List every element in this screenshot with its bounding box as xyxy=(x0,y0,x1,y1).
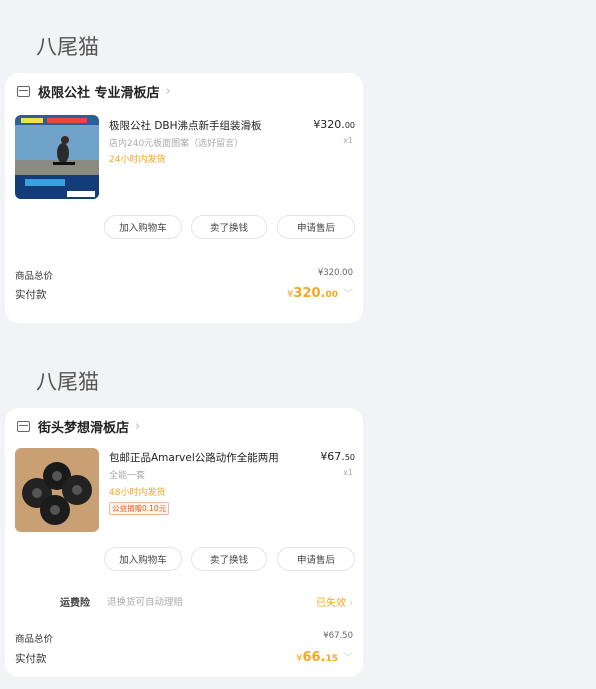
shipping-promise: 24小时内发货 xyxy=(109,155,166,165)
add-to-cart-button[interactable]: 加入购物车 xyxy=(104,547,182,571)
product-price: ¥320.00 xyxy=(313,118,355,131)
product-quantity: x1 xyxy=(343,468,353,477)
after-sales-button[interactable]: 申请售后 xyxy=(277,547,355,571)
paid-value[interactable]: ¥320. 00 ﹀ xyxy=(287,285,353,301)
product-price: ¥67.50 xyxy=(320,450,355,463)
skateboard-wheels-photo-icon[interactable] xyxy=(15,448,99,532)
insurance-status[interactable]: 已失效 › xyxy=(316,594,353,609)
shop-icon xyxy=(17,85,30,97)
total-label: 商品总价 xyxy=(15,271,54,282)
chevron-down-icon[interactable]: ﹀ xyxy=(343,285,353,300)
total-value: ¥320.00 xyxy=(317,268,353,278)
insurance-desc: 退换货可自动理赔 xyxy=(107,597,184,608)
shop-icon xyxy=(17,420,30,432)
product-sku: 店内240元板面图案（选好留言） xyxy=(109,139,244,149)
total-value: ¥67.50 xyxy=(323,631,353,641)
order-card: 街头梦想滑板店 › 包邮正品Amarvel公路动作全能两用 ¥67.50 x1 … xyxy=(5,408,363,677)
product-quantity: x1 xyxy=(343,136,353,145)
shipping-promise: 48小时内发货 xyxy=(109,488,166,498)
product-title[interactable]: 极限公社 DBH沸点新手组装滑板 xyxy=(109,118,262,133)
order-card: 极限公社 专业滑板店 › 极限公社 DBH沸点新手组装滑板 ¥320.00 x1… xyxy=(5,73,363,323)
insurance-label: 运费险 xyxy=(60,598,90,609)
skateboard-photo-icon[interactable] xyxy=(15,115,99,199)
shop-header[interactable]: 街头梦想滑板店 › xyxy=(17,416,140,436)
shop-header[interactable]: 极限公社 专业滑板店 › xyxy=(17,81,171,101)
chevron-right-icon: › xyxy=(135,418,141,434)
product-sku: 全能一套 xyxy=(109,471,146,481)
chevron-right-icon: › xyxy=(165,83,171,99)
resell-button[interactable]: 卖了换钱 xyxy=(191,215,267,239)
shop-name: 街头梦想滑板店 xyxy=(38,420,130,436)
total-label: 商品总价 xyxy=(15,634,54,645)
product-title[interactable]: 包邮正品Amarvel公路动作全能两用 xyxy=(109,450,279,465)
chevron-down-icon[interactable]: ﹀ xyxy=(343,649,353,664)
chevron-right-icon: › xyxy=(349,598,353,609)
paid-label: 实付款 xyxy=(15,289,47,301)
paid-value[interactable]: ¥66. 15 ﹀ xyxy=(296,649,353,665)
charity-tag: 公益捐赠0.10元 xyxy=(109,502,170,515)
paid-label: 实付款 xyxy=(15,653,47,665)
shop-name: 极限公社 专业滑板店 xyxy=(38,85,160,101)
buyer-name: 八尾猫 xyxy=(36,370,99,394)
resell-button[interactable]: 卖了换钱 xyxy=(191,547,267,571)
after-sales-button[interactable]: 申请售后 xyxy=(277,215,355,239)
add-to-cart-button[interactable]: 加入购物车 xyxy=(104,215,182,239)
buyer-name: 八尾猫 xyxy=(36,35,99,59)
